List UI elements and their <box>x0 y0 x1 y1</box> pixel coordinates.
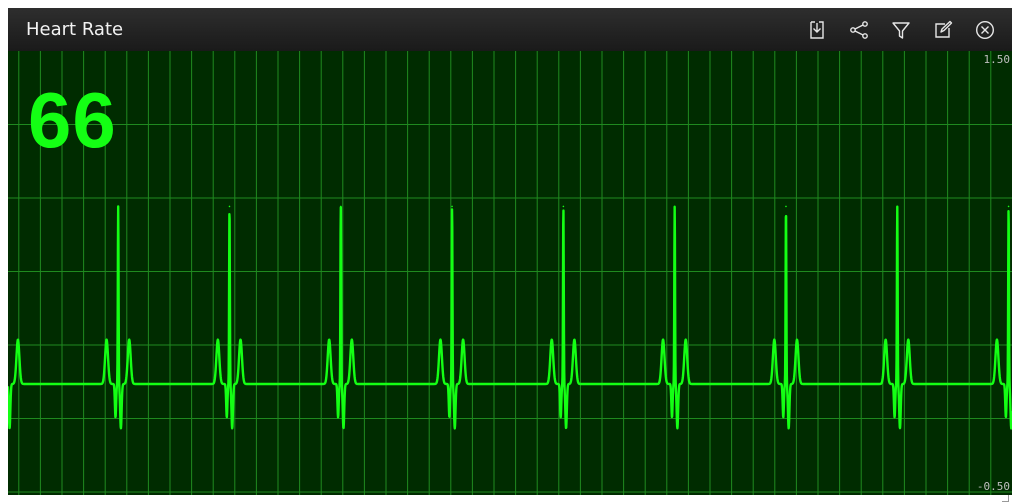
plot-area: 66 1.50 -0.50 <box>8 51 1012 495</box>
r-peak-point <box>117 205 119 208</box>
close-icon <box>975 20 995 40</box>
resize-handle[interactable] <box>1002 495 1009 502</box>
close-button[interactable] <box>968 16 1002 44</box>
edit-icon <box>935 20 953 38</box>
r-peak-point <box>562 205 565 208</box>
r-peak-point <box>339 205 342 208</box>
title-bar: Heart Rate <box>8 8 1012 51</box>
y-axis-max-label: 1.50 <box>983 53 1011 66</box>
r-peak-point <box>1007 205 1010 208</box>
r-peak-point <box>896 205 899 208</box>
filter-button[interactable] <box>884 16 918 44</box>
window-title: Heart Rate <box>26 19 124 40</box>
r-peak-point <box>451 205 453 208</box>
r-peak-point <box>673 205 676 208</box>
download-icon <box>810 21 824 39</box>
edit-button[interactable] <box>926 16 960 44</box>
heart-rate-value: 66 <box>28 76 117 164</box>
share-icon <box>850 21 868 39</box>
share-button[interactable] <box>842 16 876 44</box>
toolbar <box>800 16 1002 44</box>
filter-icon <box>892 22 910 39</box>
download-button[interactable] <box>800 16 834 44</box>
r-peak-point <box>228 205 231 208</box>
chart-window: Heart Rate 66 1.50 -0.50 <box>8 8 1012 495</box>
ecg-chart <box>8 51 1012 495</box>
r-peak-point <box>785 205 787 208</box>
y-axis-min-label: -0.50 <box>976 480 1010 493</box>
